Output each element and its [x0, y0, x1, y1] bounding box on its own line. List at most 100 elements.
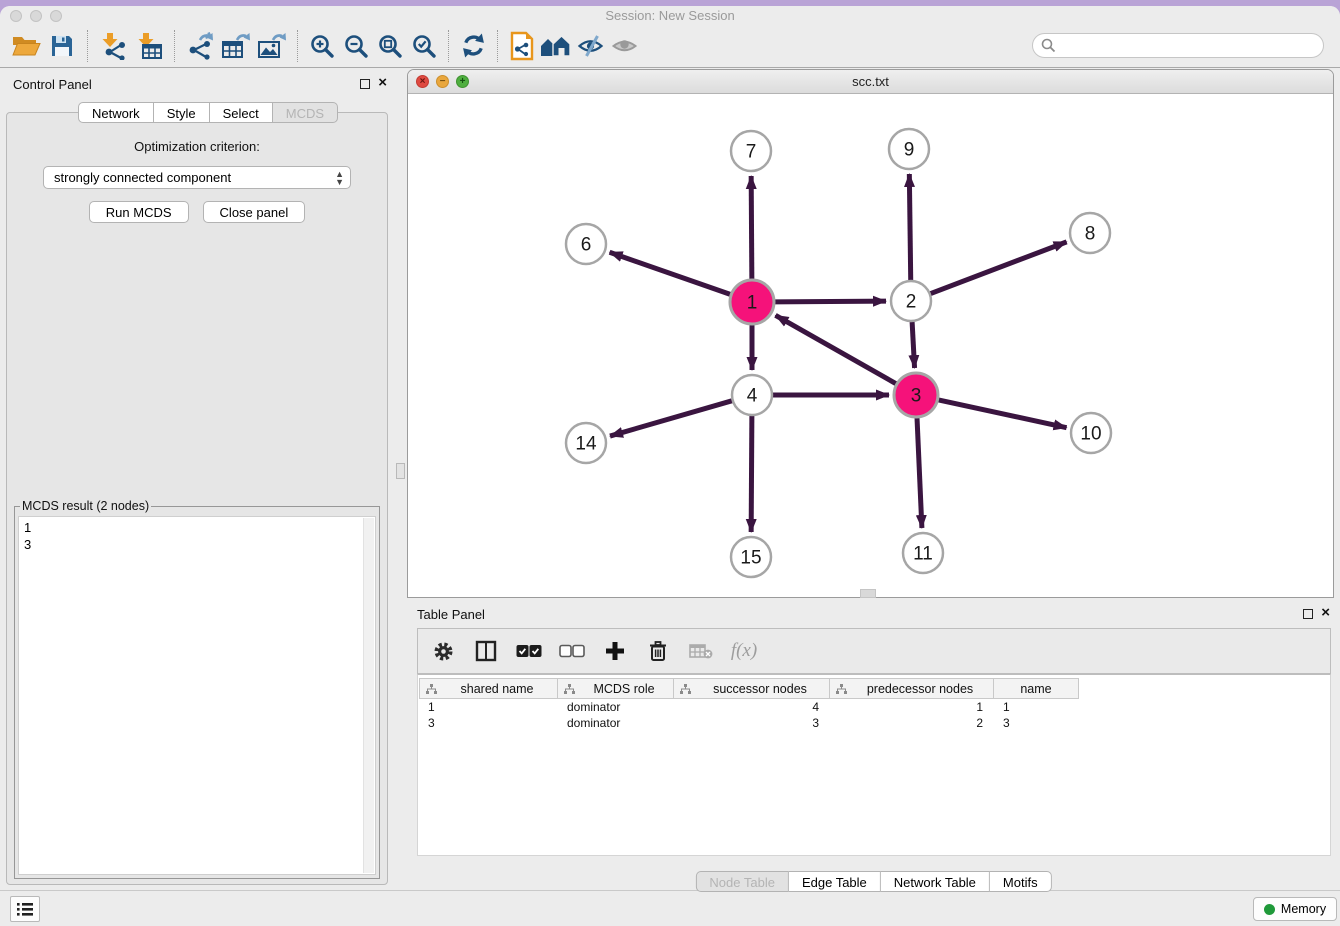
column-header-predecessor-nodes[interactable]: predecessor nodes: [830, 678, 994, 699]
vertical-splitter-handle[interactable]: [396, 463, 405, 479]
toggle-columns-icon[interactable]: [473, 638, 499, 664]
list-icon: [16, 902, 34, 917]
table-cell[interactable]: 1: [829, 700, 993, 714]
table-cell[interactable]: 1: [418, 700, 557, 714]
tab-select[interactable]: Select: [210, 102, 273, 123]
control-panel-tabs: NetworkStyleSelectMCDS: [78, 102, 338, 123]
search-field[interactable]: [1032, 33, 1324, 58]
table-cell[interactable]: 2: [829, 716, 993, 730]
save-session-icon[interactable]: [44, 28, 80, 64]
network-graph[interactable]: 7 9 6 8 1 2 4 3 14 10 15 11: [408, 94, 1333, 597]
run-mcds-button[interactable]: Run MCDS: [89, 201, 189, 223]
edge-1-6[interactable]: [610, 252, 731, 294]
search-input[interactable]: [1061, 37, 1315, 54]
graph-node-3[interactable]: 3: [894, 373, 938, 417]
graph-node-4[interactable]: 4: [732, 375, 772, 415]
edge-2-3[interactable]: [912, 322, 914, 368]
show-graphics-details-icon[interactable]: [607, 28, 641, 64]
edge-1-7[interactable]: [751, 176, 752, 279]
tab-style[interactable]: Style: [154, 102, 210, 123]
criterion-select[interactable]: strongly connected component ▲▼: [43, 166, 351, 189]
toolbar-separator: [448, 30, 449, 62]
float-panel-icon[interactable]: [360, 79, 370, 89]
zoom-out-icon[interactable]: [339, 28, 373, 64]
network-canvas[interactable]: 7 9 6 8 1 2 4 3 14 10 15 11: [408, 94, 1333, 597]
export-image-icon[interactable]: [254, 28, 290, 64]
tab-edge-table[interactable]: Edge Table: [789, 871, 881, 892]
graph-node-9[interactable]: 9: [889, 129, 929, 169]
table-cell[interactable]: dominator: [557, 716, 673, 730]
zoom-in-icon[interactable]: [305, 28, 339, 64]
delete-column-icon[interactable]: [645, 638, 671, 664]
column-header-MCDS-role[interactable]: MCDS role: [558, 678, 674, 699]
tab-network-table[interactable]: Network Table: [881, 871, 990, 892]
column-header-shared-name[interactable]: shared name: [419, 678, 558, 699]
memory-button[interactable]: Memory: [1253, 897, 1337, 921]
mcds-result-line: 3: [24, 536, 370, 553]
table-row[interactable]: 3dominator323: [418, 715, 1330, 731]
import-network-icon[interactable]: [95, 28, 131, 64]
graph-node-2[interactable]: 2: [891, 281, 931, 321]
graph-node-6[interactable]: 6: [566, 224, 606, 264]
table-settings-icon[interactable]: [430, 638, 456, 664]
graph-node-1[interactable]: 1: [730, 280, 774, 324]
toolbar-separator: [297, 30, 298, 62]
zoom-fit-icon[interactable]: [373, 28, 407, 64]
graph-node-14[interactable]: 14: [566, 423, 606, 463]
edge-2-8[interactable]: [931, 242, 1067, 294]
table-panel: Table Panel ×: [407, 602, 1340, 896]
graph-node-15[interactable]: 15: [731, 537, 771, 577]
edge-4-15[interactable]: [751, 416, 752, 532]
float-table-panel-icon[interactable]: [1303, 609, 1313, 619]
horizontal-splitter-handle[interactable]: [860, 589, 876, 598]
memory-label: Memory: [1281, 902, 1326, 916]
search-icon: [1041, 38, 1056, 53]
close-panel-button[interactable]: Close panel: [203, 201, 306, 223]
graph-node-8[interactable]: 8: [1070, 213, 1110, 253]
tab-mcds[interactable]: MCDS: [273, 102, 338, 123]
edge-1-2[interactable]: [775, 301, 886, 302]
open-file-icon[interactable]: [8, 28, 44, 64]
svg-text:7: 7: [746, 142, 757, 163]
export-network-icon[interactable]: [182, 28, 218, 64]
column-header-name[interactable]: name: [994, 678, 1079, 699]
tab-network[interactable]: Network: [78, 102, 154, 123]
criterion-value: strongly connected component: [54, 170, 231, 185]
table-cell[interactable]: 4: [673, 700, 829, 714]
select-all-icon[interactable]: [516, 638, 542, 664]
hide-graphics-details-icon[interactable]: [573, 28, 607, 64]
network-window-titlebar[interactable]: × − + scc.txt: [408, 70, 1333, 94]
task-history-button[interactable]: [10, 896, 40, 922]
table-cell[interactable]: dominator: [557, 700, 673, 714]
zoom-selected-icon[interactable]: [407, 28, 441, 64]
edge-3-10[interactable]: [938, 400, 1066, 428]
close-panel-icon[interactable]: ×: [378, 74, 387, 92]
table-cell[interactable]: 1: [993, 700, 1078, 714]
new-network-from-selection-icon[interactable]: [505, 28, 539, 64]
edge-3-1[interactable]: [775, 315, 896, 383]
edge-4-14[interactable]: [610, 401, 732, 436]
table-cell[interactable]: 3: [673, 716, 829, 730]
import-table-icon[interactable]: [131, 28, 167, 64]
deselect-all-icon[interactable]: [559, 638, 585, 664]
window-title: Session: New Session: [0, 8, 1340, 23]
svg-text:9: 9: [904, 140, 915, 161]
add-column-icon[interactable]: [602, 638, 628, 664]
table-row[interactable]: 1dominator411: [418, 699, 1330, 715]
table-header-row: shared nameMCDS rolesuccessor nodesprede…: [419, 678, 1330, 699]
graph-node-10[interactable]: 10: [1071, 413, 1111, 453]
graph-node-11[interactable]: 11: [903, 533, 943, 573]
close-table-panel-icon[interactable]: ×: [1321, 604, 1330, 622]
tab-motifs[interactable]: Motifs: [990, 871, 1052, 892]
graph-node-7[interactable]: 7: [731, 131, 771, 171]
table-cell[interactable]: 3: [418, 716, 557, 730]
column-header-successor-nodes[interactable]: successor nodes: [674, 678, 830, 699]
export-table-icon[interactable]: [218, 28, 254, 64]
first-neighbors-icon[interactable]: [539, 28, 573, 64]
edge-2-9[interactable]: [909, 174, 910, 280]
table-cell[interactable]: 3: [993, 716, 1078, 730]
refresh-layout-icon[interactable]: [456, 28, 490, 64]
edge-3-11[interactable]: [917, 418, 922, 528]
scrollbar[interactable]: [363, 518, 374, 873]
tab-node-table[interactable]: Node Table: [695, 871, 789, 892]
